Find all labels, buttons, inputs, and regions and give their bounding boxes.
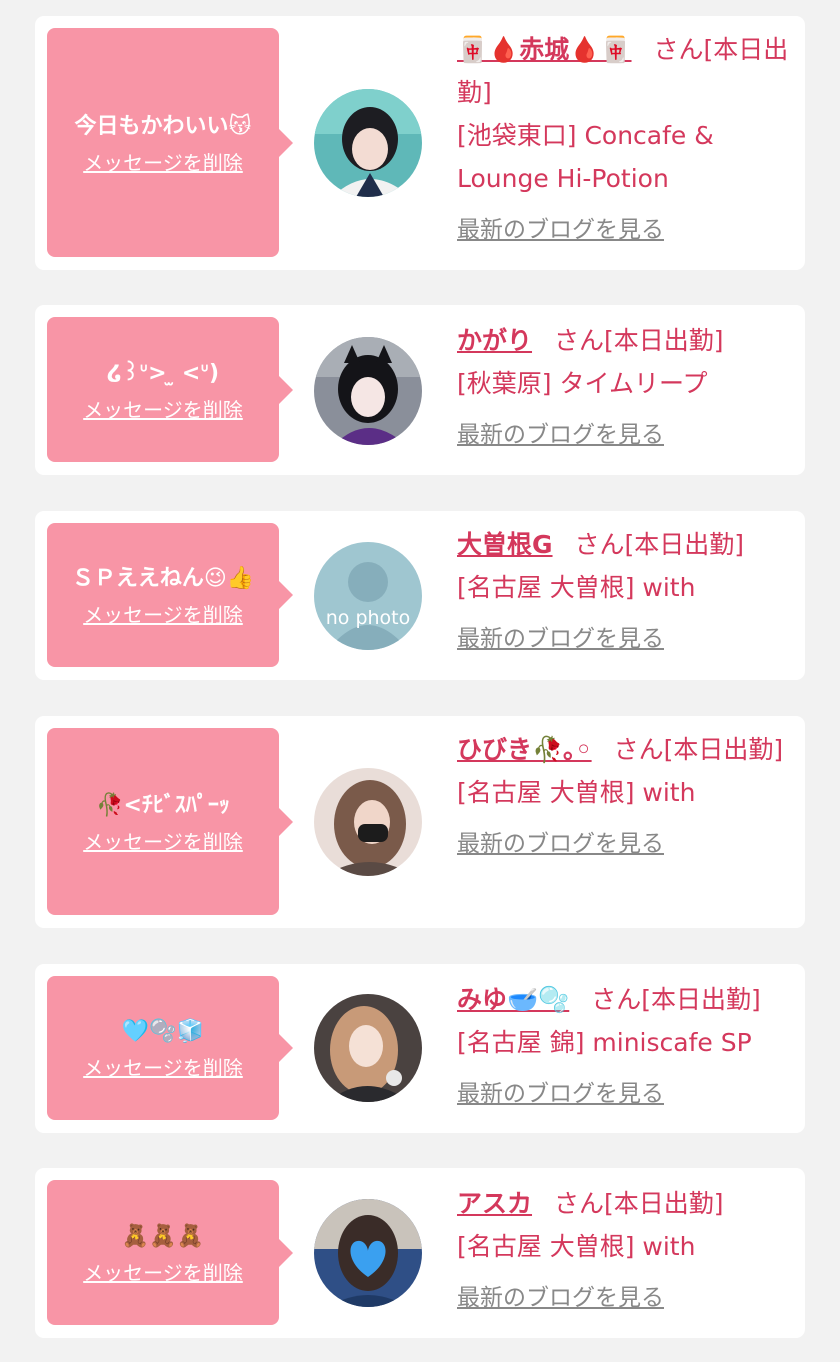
- message-card: ＳＰええねん😉👍 メッセージを削除 no photo 大曽根G さん[本日出勤] …: [35, 511, 805, 680]
- member-status: さん[本日出勤]: [591, 985, 761, 1014]
- message-text: 今日もかわいい😽: [74, 113, 252, 139]
- shop-name: [秋葉原] タイムリープ: [457, 369, 708, 398]
- avatar[interactable]: [314, 768, 422, 876]
- member-info: ひびき🥀｡◦ さん[本日出勤] [名古屋 大曽根] with 最新のブログを見る: [457, 728, 797, 866]
- message-card: ໒꒱ᐡ> ̫ <ᐡ) メッセージを削除 かがり さん[本日出勤] [秋葉原] タイ…: [35, 305, 805, 475]
- message-list: 今日もかわいい😽 メッセージを削除 🀄🩸赤城🩸🀄 さん[本日出勤] [池袋東口] …: [0, 0, 840, 1362]
- message-text: 🧸🧸🧸: [121, 1223, 205, 1249]
- member-status: さん[本日出勤]: [554, 1189, 724, 1218]
- message-text: ＳＰええねん😉👍: [71, 566, 255, 591]
- message-bubble: 🥀<ﾁﾋﾞｽﾊﾟｰｯ メッセージを削除: [47, 728, 293, 915]
- delete-message-link[interactable]: メッセージを削除: [83, 827, 243, 857]
- message-card: 今日もかわいい😽 メッセージを削除 🀄🩸赤城🩸🀄 さん[本日出勤] [池袋東口] …: [35, 16, 805, 270]
- latest-blog-link[interactable]: 最新のブログを見る: [457, 1277, 664, 1320]
- delete-message-link[interactable]: メッセージを削除: [83, 395, 243, 425]
- message-bubble: ＳＰええねん😉👍 メッセージを削除: [47, 523, 293, 667]
- member-name-link[interactable]: みゆ🥣🫧: [457, 985, 569, 1014]
- member-name-link[interactable]: アスカ: [457, 1189, 532, 1218]
- avatar[interactable]: [314, 89, 422, 197]
- member-name-link[interactable]: 大曽根G: [457, 530, 553, 559]
- member-info: 🀄🩸赤城🩸🀄 さん[本日出勤] [池袋東口] Concafe & Lounge H…: [457, 28, 797, 252]
- delete-message-link[interactable]: メッセージを削除: [83, 1258, 243, 1288]
- member-status: さん[本日出勤]: [613, 735, 784, 764]
- latest-blog-link[interactable]: 最新のブログを見る: [457, 618, 664, 661]
- shop-name: [名古屋 大曽根] with: [457, 778, 696, 807]
- message-text: 🥀<ﾁﾋﾞｽﾊﾟｰｯ: [96, 792, 230, 818]
- member-info: アスカ さん[本日出勤] [名古屋 大曽根] with 最新のブログを見る: [457, 1182, 797, 1320]
- member-name-link[interactable]: ひびき🥀｡◦: [457, 735, 592, 764]
- shop-name: [名古屋 大曽根] with: [457, 1232, 696, 1261]
- delete-message-link[interactable]: メッセージを削除: [83, 600, 243, 630]
- delete-message-link[interactable]: メッセージを削除: [83, 148, 243, 178]
- member-status: さん[本日出勤]: [574, 530, 745, 559]
- shop-name: [名古屋 錦] miniscafe SP: [457, 1028, 752, 1057]
- latest-blog-link[interactable]: 最新のブログを見る: [457, 414, 664, 457]
- no-photo-label: no photo: [326, 607, 411, 629]
- shop-name: [池袋東口] Concafe & Lounge Hi-Potion: [457, 121, 714, 193]
- message-bubble: 🩵🫧🧊 メッセージを削除: [47, 976, 293, 1120]
- delete-message-link[interactable]: メッセージを削除: [83, 1053, 243, 1083]
- avatar[interactable]: no photo: [314, 542, 422, 650]
- message-card: 🥀<ﾁﾋﾞｽﾊﾟｰｯ メッセージを削除 ひびき🥀｡◦ さん[本日出勤] [名古屋 …: [35, 716, 805, 928]
- message-bubble: ໒꒱ᐡ> ̫ <ᐡ) メッセージを削除: [47, 317, 293, 462]
- member-name-link[interactable]: 🀄🩸赤城🩸🀄: [457, 35, 632, 64]
- member-info: 大曽根G さん[本日出勤] [名古屋 大曽根] with 最新のブログを見る: [457, 523, 797, 661]
- message-card: 🧸🧸🧸 メッセージを削除 アスカ さん[本日出勤] [名古屋 大曽根] with …: [35, 1168, 805, 1338]
- latest-blog-link[interactable]: 最新のブログを見る: [457, 823, 664, 866]
- message-bubble: 🧸🧸🧸 メッセージを削除: [47, 1180, 293, 1325]
- member-info: みゆ🥣🫧 さん[本日出勤] [名古屋 錦] miniscafe SP 最新のブログ…: [457, 978, 797, 1116]
- latest-blog-link[interactable]: 最新のブログを見る: [457, 1073, 664, 1116]
- avatar[interactable]: [314, 1199, 422, 1307]
- message-bubble: 今日もかわいい😽 メッセージを削除: [47, 28, 293, 257]
- member-status: さん[本日出勤]: [554, 326, 724, 355]
- avatar[interactable]: [314, 337, 422, 445]
- member-name-link[interactable]: かがり: [457, 326, 532, 355]
- message-text: 🩵🫧🧊: [121, 1019, 205, 1044]
- message-card: 🩵🫧🧊 メッセージを削除 みゆ🥣🫧 さん[本日出勤] [名古屋 錦] minisc…: [35, 964, 805, 1133]
- shop-name: [名古屋 大曽根] with: [457, 573, 696, 602]
- message-text: ໒꒱ᐡ> ̫ <ᐡ): [106, 360, 220, 386]
- member-info: かがり さん[本日出勤] [秋葉原] タイムリープ 最新のブログを見る: [457, 319, 797, 457]
- avatar[interactable]: [314, 994, 422, 1102]
- latest-blog-link[interactable]: 最新のブログを見る: [457, 209, 664, 252]
